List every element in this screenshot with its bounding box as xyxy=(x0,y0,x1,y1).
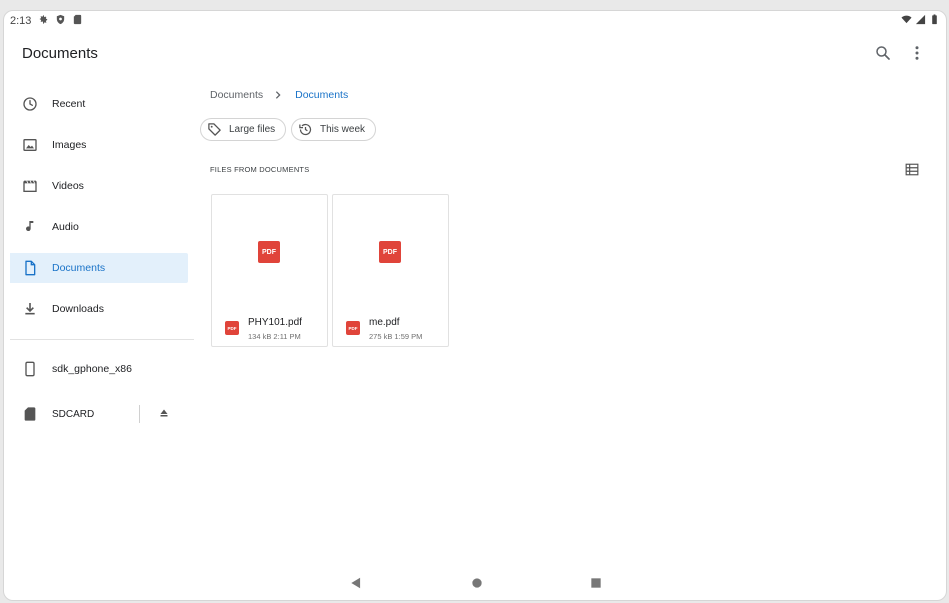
sidebar-item-label: Audio xyxy=(52,221,79,233)
sidebar-item-downloads[interactable]: Downloads xyxy=(10,294,188,324)
phone-icon xyxy=(25,361,35,377)
pdf-thumbnail-icon: PDF xyxy=(379,241,401,263)
chip-large-files[interactable]: Large files xyxy=(200,118,287,141)
clock-icon xyxy=(23,97,37,111)
chevron-right-icon xyxy=(276,91,281,99)
settings-icon xyxy=(39,15,48,24)
sidebar-divider xyxy=(10,339,194,340)
image-icon xyxy=(23,139,37,151)
sidebar-item-label: SDCARD xyxy=(52,408,95,420)
system-nav-bar xyxy=(4,571,946,600)
file-card[interactable]: PDF PDF PHY101.pdf 134 kB 2:11 PM xyxy=(211,194,328,347)
sd-card-icon xyxy=(24,407,36,421)
file-meta: 134 kB 2:11 PM xyxy=(248,332,301,341)
sidebar-item-recent[interactable]: Recent xyxy=(10,89,188,119)
sidebar-item-label: Documents xyxy=(52,262,106,274)
back-icon[interactable] xyxy=(349,576,363,590)
eject-divider xyxy=(139,405,140,423)
document-icon xyxy=(25,260,36,276)
chip-label: This week xyxy=(320,124,366,135)
sidebar-item-audio[interactable]: Audio xyxy=(10,212,188,242)
wifi-icon xyxy=(901,15,912,24)
sidebar-item-label: Recent xyxy=(52,98,86,110)
chip-this-week[interactable]: This week xyxy=(291,118,377,141)
app-window: 2:13 Documents Recent Images Videos Audi… xyxy=(3,10,947,601)
sidebar-item-label: sdk_gphone_x86 xyxy=(52,363,132,375)
sidebar-item-label: Downloads xyxy=(52,303,104,315)
section-header: FILES FROM DOCUMENTS xyxy=(210,165,310,174)
shield-icon xyxy=(56,14,65,25)
file-name: me.pdf xyxy=(369,317,400,328)
eject-icon[interactable] xyxy=(158,407,170,419)
breadcrumb-current[interactable]: Documents xyxy=(295,89,348,101)
list-view-icon[interactable] xyxy=(905,163,919,176)
pdf-badge-icon: PDF xyxy=(225,321,239,335)
sidebar-item-device[interactable]: sdk_gphone_x86 xyxy=(10,354,188,384)
recents-icon[interactable] xyxy=(589,576,603,590)
sidebar-item-sdcard[interactable]: SDCARD xyxy=(10,399,132,429)
cell-signal-icon xyxy=(915,14,926,25)
sidebar-item-label: Videos xyxy=(52,180,84,192)
page-title: Documents xyxy=(22,45,98,62)
pdf-thumbnail-icon: PDF xyxy=(258,241,280,263)
tag-icon xyxy=(208,123,221,136)
status-time: 2:13 xyxy=(10,15,32,27)
status-bar: 2:13 xyxy=(4,11,946,31)
chip-label: Large files xyxy=(229,124,276,135)
search-icon[interactable] xyxy=(874,44,892,62)
file-meta: 275 kB 1:59 PM xyxy=(369,332,423,341)
sidebar-item-documents[interactable]: Documents xyxy=(10,253,188,283)
sd-card-status-icon xyxy=(73,14,82,25)
home-icon[interactable] xyxy=(470,576,484,590)
breadcrumb-root[interactable]: Documents xyxy=(210,89,263,101)
file-name: PHY101.pdf xyxy=(248,317,302,328)
sidebar-item-images[interactable]: Images xyxy=(10,130,188,160)
file-card[interactable]: PDF PDF me.pdf 275 kB 1:59 PM xyxy=(332,194,449,347)
pdf-badge-icon: PDF xyxy=(346,321,360,335)
history-icon xyxy=(299,123,312,136)
video-icon xyxy=(23,180,37,192)
download-icon xyxy=(25,303,35,315)
sidebar-item-label: Images xyxy=(52,139,87,151)
more-options-icon[interactable] xyxy=(910,44,924,62)
music-note-icon xyxy=(26,221,34,232)
battery-icon xyxy=(932,14,937,25)
breadcrumb: Documents Documents xyxy=(210,89,348,101)
sidebar-item-videos[interactable]: Videos xyxy=(10,171,188,201)
